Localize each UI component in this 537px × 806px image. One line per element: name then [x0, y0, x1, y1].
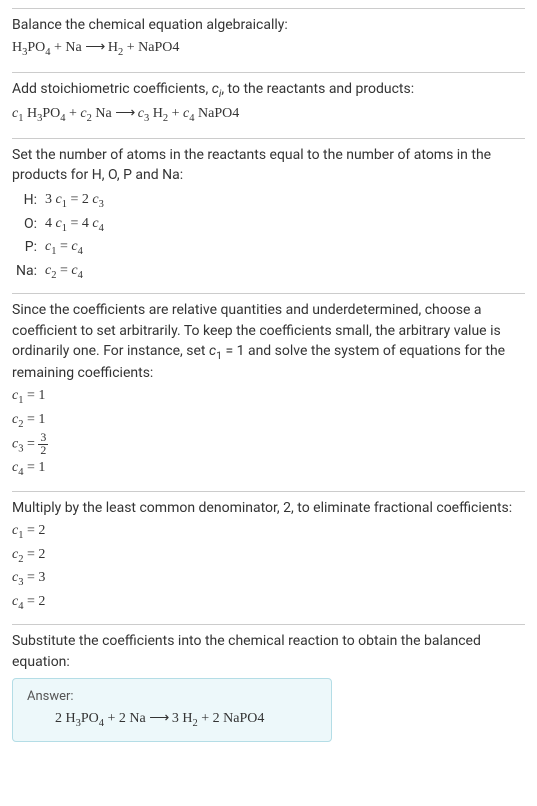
balance-equation: 3 c1 = 2 c3 [41, 189, 108, 213]
section-substitute: Substitute the coefficients into the che… [12, 624, 525, 751]
coef-value: c4 = 2 [12, 591, 525, 615]
atom-balance-intro: Set the number of atoms in the reactants… [12, 145, 525, 186]
atom-balance-table: H: 3 c1 = 2 c3 O: 4 c1 = 4 c4 P: c1 = c4… [12, 189, 108, 283]
lcd-intro: Multiply by the least common denominator… [12, 498, 525, 518]
balance-equation: c1 = c4 [41, 236, 108, 260]
section-add-coefficients: Add stoichiometric coefficients, ci, to … [12, 72, 525, 138]
section-multiply-lcd: Multiply by the least common denominator… [12, 491, 525, 624]
unbalanced-equation: H3PO4 + Na ⟶ H2 + NaPO4 [12, 37, 525, 62]
answer-label: Answer: [27, 689, 317, 704]
balance-equation: c2 = c4 [41, 260, 108, 284]
solve-intro: Since the coefficients are relative quan… [12, 300, 525, 383]
coef-value: c4 = 1 [12, 457, 525, 481]
table-row: Na: c2 = c4 [12, 260, 108, 284]
coefficient-list-scaled: c1 = 2 c2 = 2 c3 = 3 c4 = 2 [12, 520, 525, 614]
coef-value: c1 = 2 [12, 520, 525, 544]
element-label: Na: [12, 260, 41, 284]
coef-value: c1 = 1 [12, 385, 525, 409]
coef-value: c2 = 2 [12, 544, 525, 568]
answer-box: Answer: 2 H3PO4 + 2 Na ⟶ 3 H2 + 2 NaPO4 [12, 678, 332, 742]
element-label: H: [12, 189, 41, 213]
coef-value: c2 = 1 [12, 409, 525, 433]
section-atom-balance: Set the number of atoms in the reactants… [12, 138, 525, 294]
coefficient-equation: c1 H3PO4 + c2 Na ⟶ c3 H2 + c4 NaPO4 [12, 103, 525, 128]
coef-value: c3 = 3 [12, 567, 525, 591]
intro-text: Balance the chemical equation algebraica… [12, 15, 525, 35]
table-row: H: 3 c1 = 2 c3 [12, 189, 108, 213]
balance-equation: 4 c1 = 4 c4 [41, 213, 108, 237]
coef-value: c3 = 32 [12, 432, 525, 457]
substitute-intro: Substitute the coefficients into the che… [12, 631, 525, 672]
section-solve-initial: Since the coefficients are relative quan… [12, 293, 525, 491]
section-balance-intro: Balance the chemical equation algebraica… [12, 8, 525, 72]
element-label: O: [12, 213, 41, 237]
balanced-equation: 2 H3PO4 + 2 Na ⟶ 3 H2 + 2 NaPO4 [27, 710, 317, 729]
table-row: O: 4 c1 = 4 c4 [12, 213, 108, 237]
stoich-text: Add stoichiometric coefficients, ci, to … [12, 79, 525, 101]
ci-symbol: ci [212, 81, 222, 97]
element-label: P: [12, 236, 41, 260]
coefficient-list: c1 = 1 c2 = 1 c3 = 32 c4 = 1 [12, 385, 525, 481]
table-row: P: c1 = c4 [12, 236, 108, 260]
